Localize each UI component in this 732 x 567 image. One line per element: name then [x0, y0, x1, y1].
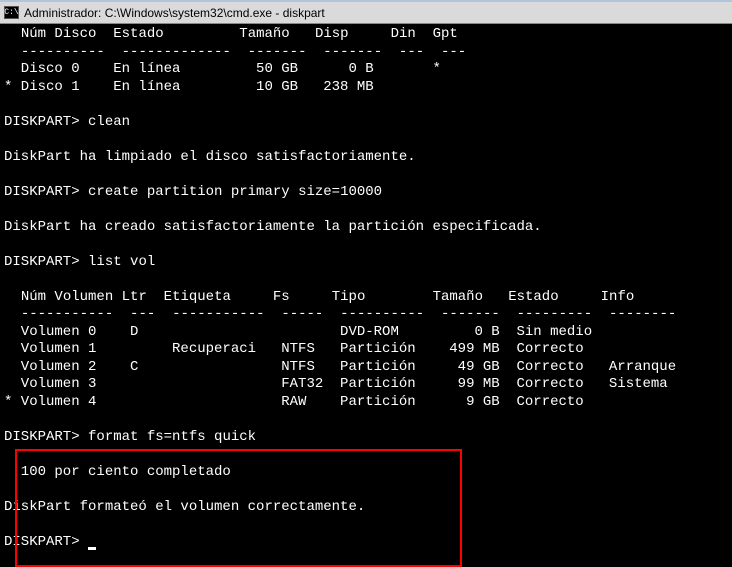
- msg-create: DiskPart ha creado satisfactoriamente la…: [0, 219, 732, 237]
- blank: [0, 446, 732, 464]
- blank: [0, 131, 732, 149]
- cmd-listvol-line: DISKPART> list vol: [0, 254, 732, 272]
- cursor: [88, 547, 96, 550]
- vol-sep-row: ----------- --- ----------- ----- ------…: [0, 306, 732, 324]
- blank: [0, 271, 732, 289]
- disk-header-row: Núm Disco Estado Tamaño Disp Din Gpt: [0, 26, 732, 44]
- cmd-window: C:\ Administrador: C:\Windows\system32\c…: [0, 0, 732, 562]
- window-title: Administrador: C:\Windows\system32\cmd.e…: [24, 6, 325, 20]
- msg-progress: 100 por ciento completado: [0, 464, 732, 482]
- msg-clean: DiskPart ha limpiado el disco satisfacto…: [0, 149, 732, 167]
- blank: [0, 236, 732, 254]
- terminal-output[interactable]: Núm Disco Estado Tamaño Disp Din Gpt ---…: [0, 24, 732, 551]
- blank: [0, 411, 732, 429]
- volume-row: Volumen 1 Recuperaci NTFS Partición 499 …: [0, 341, 732, 359]
- title-bar[interactable]: C:\ Administrador: C:\Windows\system32\c…: [0, 2, 732, 24]
- msg-format: DiskPart formateó el volumen correctamen…: [0, 499, 732, 517]
- volume-row: Volumen 0 D DVD-ROM 0 B Sin medio: [0, 324, 732, 342]
- blank: [0, 166, 732, 184]
- volume-row: * Volumen 4 RAW Partición 9 GB Correcto: [0, 394, 732, 412]
- blank: [0, 96, 732, 114]
- blank: [0, 201, 732, 219]
- cmd-clean-line: DISKPART> clean: [0, 114, 732, 132]
- volume-row: Volumen 2 C NTFS Partición 49 GB Correct…: [0, 359, 732, 377]
- cmd-create-line: DISKPART> create partition primary size=…: [0, 184, 732, 202]
- volume-row: Volumen 3 FAT32 Partición 99 MB Correcto…: [0, 376, 732, 394]
- cmd-format-line: DISKPART> format fs=ntfs quick: [0, 429, 732, 447]
- disk-sep-row: ---------- ------------- ------- -------…: [0, 44, 732, 62]
- disk-row: Disco 0 En línea 50 GB 0 B *: [0, 61, 732, 79]
- blank: [0, 481, 732, 499]
- cmd-icon: C:\: [4, 6, 19, 19]
- vol-header-row: Núm Volumen Ltr Etiqueta Fs Tipo Tamaño …: [0, 289, 732, 307]
- disk-row: * Disco 1 En línea 10 GB 238 MB: [0, 79, 732, 97]
- blank: [0, 516, 732, 534]
- prompt-line: DISKPART>: [0, 534, 732, 552]
